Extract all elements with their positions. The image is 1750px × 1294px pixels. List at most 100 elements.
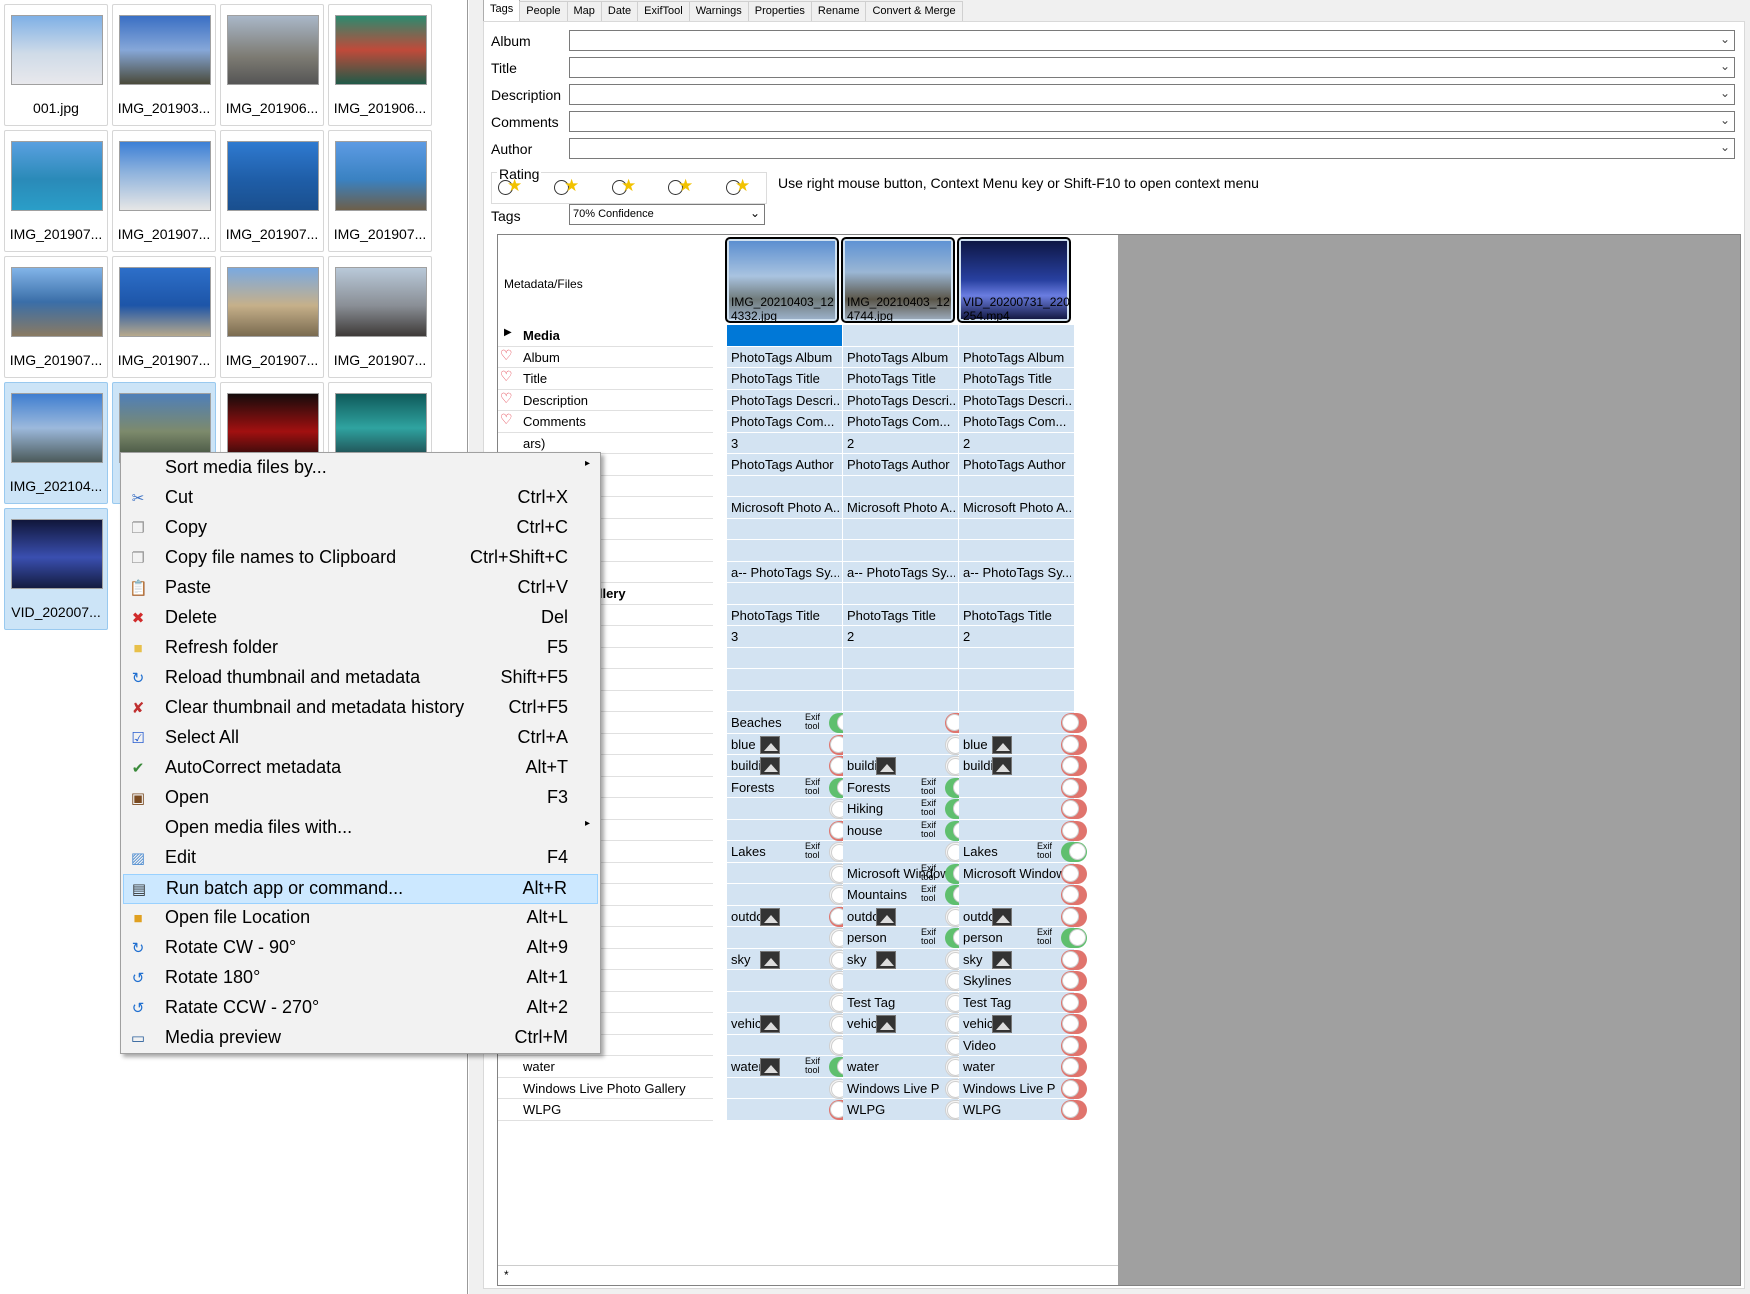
grid-cell[interactable] [843,841,971,863]
grid-cell[interactable] [959,798,1087,820]
thumbnail-item[interactable]: IMG_201907... [4,256,108,378]
tag-toggle[interactable] [1061,863,1087,884]
menu-item-open[interactable]: ▣ Open F3 [123,784,598,814]
grid-cell[interactable] [843,475,959,497]
thumbnail-item[interactable]: IMG_201907... [220,256,324,378]
grid-cell[interactable]: vehicle [727,1013,855,1035]
grid-cell[interactable] [727,884,855,906]
grid-cell[interactable] [959,669,1075,691]
grid-cell[interactable] [959,475,1075,497]
grid-cell[interactable] [843,733,971,755]
grid-cell[interactable]: sky [727,948,855,970]
author-combo[interactable]: ⌄ [569,138,1735,159]
tab-exiftool[interactable]: ExifTool [637,1,690,21]
grid-cell[interactable] [843,540,959,562]
grid-cell[interactable] [727,927,855,949]
grid-row[interactable]: ♡ Comments PhotoTags Com... PhotoTags Com..… [498,411,1118,433]
grid-cell[interactable]: 2 [843,432,959,454]
grid-cell[interactable]: outdoor [959,905,1087,927]
tab-date[interactable]: Date [600,1,639,21]
grid-cell[interactable] [959,776,1087,798]
grid-cell[interactable]: 2 [843,626,959,648]
thumbnail-item[interactable]: IMG_201907... [112,256,216,378]
grid-cell[interactable]: PhotoTags Album [843,346,959,368]
menu-item-select-all[interactable]: ☑ Select All Ctrl+A [123,724,598,754]
grid-cell[interactable]: PhotoTags Title [959,368,1075,390]
grid-cell[interactable] [727,819,855,841]
grid-cell[interactable]: Skylines [959,970,1087,992]
grid-cell[interactable]: outdoor [727,905,855,927]
grid-row[interactable]: WLPG WLPG WLPG [498,1099,1118,1121]
thumbnail-item[interactable]: IMG_201906... [328,4,432,126]
thumbnail-item[interactable]: IMG_201907... [220,130,324,252]
grid-cell[interactable]: PhotoTags Author [727,454,843,476]
grid-cell[interactable]: outdoor [843,905,971,927]
grid-cell[interactable] [843,712,971,734]
grid-cell[interactable]: vehicle [959,1013,1087,1035]
menu-item-cut[interactable]: ✂ Cut Ctrl+X [123,484,598,514]
grid-cell[interactable]: PhotoTags Album [727,346,843,368]
file-column-header[interactable]: IMG_20210403_124332.jpg [725,237,839,323]
grid-cell[interactable]: PhotoTags Title [843,368,959,390]
title-combo[interactable]: ⌄ [569,57,1735,78]
grid-cell[interactable]: Lakes Exif tool [959,841,1087,863]
comments-combo[interactable]: ⌄ [569,111,1735,132]
grid-cell[interactable] [959,540,1075,562]
menu-item-rotate-cw-90[interactable]: ↻ Rotate CW - 90° Alt+9 [123,934,598,964]
tag-toggle[interactable] [1061,777,1087,798]
grid-cell[interactable]: person Exif tool [959,927,1087,949]
menu-item-refresh-folder[interactable]: ■ Refresh folder F5 [123,634,598,664]
menu-item-clear-thumbnail-and-metadata-history[interactable]: ✘ Clear thumbnail and metadata history Ctr… [123,694,598,724]
file-column-header[interactable]: VID_20200731_220254.mp4 [957,237,1071,323]
grid-row[interactable]: ars) 3 2 2 [498,432,1118,454]
grid-cell[interactable]: a-- PhotoTags Sy... [843,561,959,583]
grid-cell[interactable]: Video [959,1034,1087,1056]
thumbnail-item[interactable]: VID_202007... [4,508,108,630]
grid-cell[interactable]: PhotoTags Album [959,346,1075,368]
thumbnail-item[interactable]: IMG_201907... [328,130,432,252]
grid-cell[interactable]: 3 [727,432,843,454]
grid-cell[interactable]: Microsoft Photo A... [843,497,959,519]
grid-cell[interactable]: PhotoTags Author [959,454,1075,476]
thumbnail-item[interactable]: IMG_201903... [112,4,216,126]
grid-cell[interactable]: Microsoft Windows [959,862,1087,884]
menu-item-open-media-files-with[interactable]: Open media files with... ▸ [123,814,598,844]
grid-cell[interactable] [727,518,843,540]
menu-item-rotate-180[interactable]: ↺ Rotate 180° Alt+1 [123,964,598,994]
grid-row[interactable]: ♡ Description PhotoTags Descri... PhotoTags… [498,389,1118,411]
grid-cell[interactable]: blue [959,733,1087,755]
grid-cell[interactable] [727,1034,855,1056]
grid-cell[interactable]: Windows Live P [959,1077,1087,1099]
grid-row[interactable]: water water Exif tool water water [498,1056,1118,1078]
grid-cell[interactable] [727,991,855,1013]
menu-item-paste[interactable]: 📋 Paste Ctrl+V [123,574,598,604]
tag-toggle[interactable] [1061,928,1087,948]
grid-cell[interactable] [727,798,855,820]
grid-cell[interactable]: Hiking Exif tool [843,798,971,820]
grid-cell[interactable]: blue [727,733,855,755]
menu-item-delete[interactable]: ✖ Delete Del [123,604,598,634]
tag-toggle[interactable] [1061,799,1087,819]
grid-cell[interactable]: person Exif tool [843,927,971,949]
grid-row[interactable]: ▶ Media [498,325,1118,347]
tab-map[interactable]: Map [566,1,602,21]
grid-row[interactable]: ♡ Title PhotoTags Title PhotoTags Title Phot… [498,368,1118,390]
grid-cell[interactable]: PhotoTags Descri... [727,389,843,411]
grid-cell[interactable]: buildi [843,755,971,777]
tag-toggle[interactable] [1061,992,1087,1013]
grid-cell[interactable] [727,1077,855,1099]
grid-cell[interactable]: PhotoTags Descri... [843,389,959,411]
grid-cell[interactable]: buildi [959,755,1087,777]
grid-cell[interactable]: PhotoTags Title [727,604,843,626]
tab-rename[interactable]: Rename [810,1,867,21]
grid-cell[interactable] [727,970,855,992]
grid-cell[interactable] [959,819,1087,841]
grid-cell[interactable]: house Exif tool [843,819,971,841]
heart-icon[interactable]: ♡ [500,347,513,364]
grid-cell[interactable] [843,1034,971,1056]
menu-item-media-preview[interactable]: ▭ Media preview Ctrl+M [123,1024,598,1054]
menu-item-edit[interactable]: ▨ Edit F4 [123,844,598,874]
grid-cell[interactable]: buildi [727,755,855,777]
tab-convert-merge[interactable]: Convert & Merge [865,1,963,21]
grid-cell[interactable]: Test Tag [843,991,971,1013]
